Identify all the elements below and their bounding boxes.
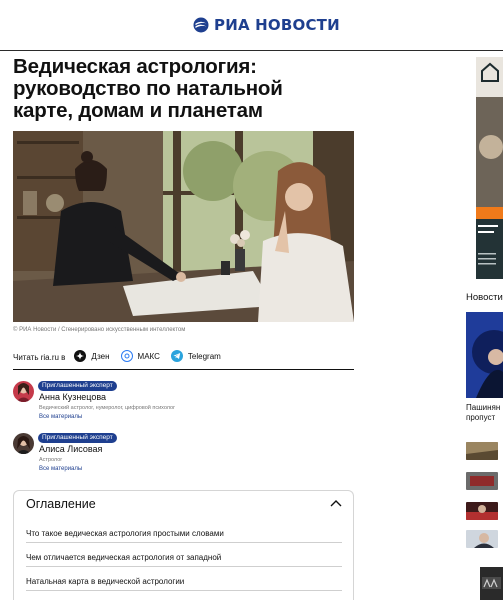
photo-caption: © РИА Новости / Сгенерировано искусствен… [13,327,186,333]
max-icon [120,350,133,362]
expert-name[interactable]: Алиса Лисовая [39,444,102,454]
expert-all-materials-link[interactable]: Все материалы [39,414,82,420]
expert-all-materials-link[interactable]: Все материалы [39,466,82,472]
sidebar-news-thumbnail[interactable] [466,530,498,548]
share-item-max[interactable]: МАКС [120,350,160,362]
share-item-label: МАКС [137,352,160,361]
sidebar-bottom-ad[interactable] [480,567,503,600]
site-header: РИА НОВОСТИ [0,0,503,51]
article-photo[interactable] [13,131,354,322]
share-bar: Читать ria.ru в Дзен МАКС Telegram [13,350,354,370]
share-item-label: Дзен [91,352,110,361]
expert-badge: Приглашенный эксперт [38,381,117,391]
headline-line: Пашинян [466,403,501,412]
table-of-contents: Оглавление Что такое ведическая астролог… [13,490,354,600]
telegram-icon [170,350,183,362]
headline-line: пропуст [466,413,496,422]
article-title: Ведическая астрология: руководство по на… [13,55,283,122]
toc-item[interactable]: Что такое ведическая астрология простыми… [26,519,342,543]
ria-logo-icon [193,17,209,33]
toc-title: Оглавление [26,497,96,511]
sidebar-news-thumbnail[interactable] [466,502,498,520]
sidebar-news-label[interactable]: Новости [466,292,503,303]
sidebar-ad-banner[interactable] [476,57,503,279]
sidebar-news-headline[interactable]: Пашинян пропуст [466,403,500,423]
right-sidebar: Новости Пашинян пропуст [460,51,503,600]
expert-role: Ведический астролог, нумеролог, цифровой… [39,405,176,411]
expert-card: Приглашенный эксперт Алиса Лисовая Астро… [13,433,313,477]
expert-card: Приглашенный эксперт Анна Кузнецова Веди… [13,381,313,425]
dzen-icon [74,350,87,362]
site-logo[interactable]: РИА НОВОСТИ [193,14,340,36]
logo-text: РИА НОВОСТИ [214,16,340,34]
toc-list: Что такое ведическая астрология простыми… [26,519,342,591]
toc-item[interactable]: Чем отличается ведическая астрология от … [26,543,342,567]
sidebar-news-thumbnail[interactable] [466,472,498,490]
avatar[interactable] [13,381,34,402]
sidebar-news-image[interactable] [466,312,503,398]
expert-badge: Приглашенный эксперт [38,433,117,443]
expert-name[interactable]: Анна Кузнецова [39,392,106,402]
share-item-telegram[interactable]: Telegram [170,350,221,362]
photo-illustration [13,131,354,322]
avatar[interactable] [13,433,34,454]
sidebar-news-thumbnail[interactable] [466,442,498,460]
article-column: Ведическая астрология: руководство по на… [0,51,460,600]
chevron-up-icon[interactable] [329,497,343,509]
toc-item[interactable]: Натальная карта в ведической астрологии [26,567,342,591]
share-label: Читать ria.ru в [13,353,66,362]
share-item-dzen[interactable]: Дзен [74,350,110,362]
expert-role: Астролог [39,457,63,463]
share-item-label: Telegram [187,352,221,361]
